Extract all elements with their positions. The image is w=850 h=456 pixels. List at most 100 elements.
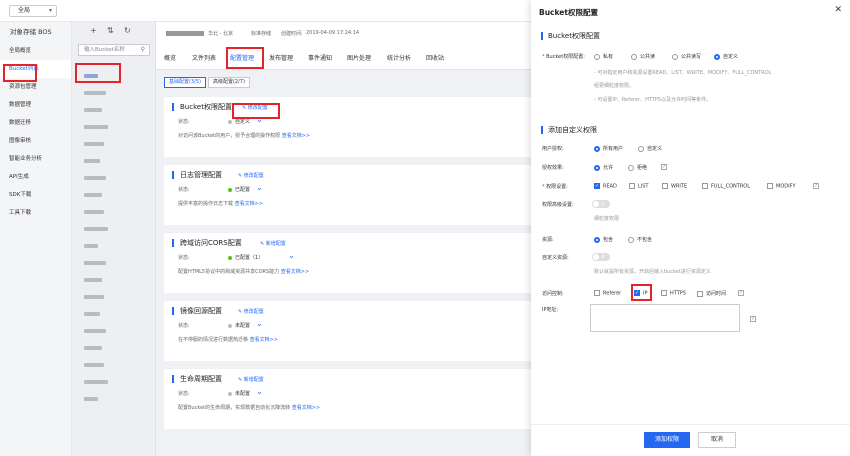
list-item[interactable] — [84, 244, 98, 248]
effect-option-deny[interactable]: 拒绝 — [628, 164, 647, 171]
perm-check-modify[interactable]: MODIFY — [767, 183, 796, 190]
tab-files[interactable]: 文件列表 — [192, 53, 216, 62]
radio[interactable] — [714, 53, 720, 60]
chevron-down-icon[interactable]: ⌄ — [256, 387, 263, 396]
list-item[interactable] — [84, 312, 100, 316]
resource-option-include[interactable]: 包含 — [594, 236, 613, 243]
radio[interactable] — [628, 164, 634, 171]
list-item[interactable] — [84, 91, 106, 95]
nav-overview[interactable]: 全局概览 — [0, 42, 71, 60]
add-icon[interactable]: + — [90, 26, 97, 35]
add-config-link[interactable]: ✎ 新增配置 — [260, 240, 286, 247]
list-item[interactable] — [84, 159, 100, 163]
list-item[interactable] — [84, 227, 108, 231]
doc-link[interactable]: 查看文档>> — [281, 269, 309, 275]
list-item[interactable] — [84, 108, 102, 112]
doc-link[interactable]: 查看文档>> — [292, 405, 320, 411]
checkbox[interactable] — [662, 183, 668, 189]
tab-events[interactable]: 事件通知 — [308, 53, 332, 62]
nav-tools[interactable]: 工具下载 — [0, 204, 71, 222]
help-icon[interactable]: ? — [750, 316, 756, 322]
perm-option-private[interactable]: 私有 — [594, 53, 613, 60]
ip-address-input[interactable] — [590, 304, 740, 332]
doc-link[interactable]: 查看文档>> — [235, 201, 263, 207]
list-item[interactable] — [84, 295, 104, 299]
checkbox[interactable]: ✓ — [594, 183, 600, 189]
chevron-down-icon[interactable]: ⌄ — [288, 251, 295, 260]
nav-api[interactable]: API生成 — [0, 168, 71, 186]
radio[interactable] — [594, 145, 600, 152]
perm-check-list[interactable]: LIST — [629, 183, 649, 190]
checkbox[interactable] — [594, 290, 600, 296]
resource-option-exclude[interactable]: 不包含 — [628, 236, 652, 243]
nav-sdk[interactable]: SDK下载 — [0, 186, 71, 204]
perm-option-public-read[interactable]: 公共读 — [631, 53, 655, 60]
custom-resource-toggle[interactable]: 关 — [592, 253, 610, 261]
edit-config-link[interactable]: ✎ 修改配置 — [238, 172, 264, 179]
perm-check-full[interactable]: FULL_CONTROL — [702, 183, 750, 190]
list-item[interactable] — [84, 346, 102, 350]
radio[interactable] — [594, 164, 600, 171]
list-item[interactable] — [84, 142, 104, 146]
perm-option-custom[interactable]: 自定义 — [714, 53, 738, 60]
chevron-down-icon[interactable]: ⌄ — [256, 319, 263, 328]
help-icon[interactable]: ? — [813, 183, 819, 189]
help-icon[interactable]: ? — [738, 290, 744, 296]
chevron-down-icon[interactable]: ⌄ — [256, 183, 263, 192]
checkbox[interactable] — [702, 183, 708, 189]
list-item[interactable] — [84, 176, 106, 180]
add-permission-button[interactable]: 添加权限 — [644, 432, 690, 448]
radio[interactable] — [672, 53, 678, 60]
nav-data-manage[interactable]: 数据管理 — [0, 96, 71, 114]
tab-recycle[interactable]: 回收站 — [426, 53, 444, 62]
subtab-basic[interactable]: 基础配置(3/5) — [164, 77, 206, 88]
tab-overview[interactable]: 概览 — [164, 53, 176, 62]
list-item[interactable] — [84, 193, 102, 197]
perm-check-read[interactable]: ✓ READ — [594, 183, 617, 190]
radio[interactable] — [638, 145, 644, 152]
effect-option-allow[interactable]: 允许 — [594, 164, 613, 171]
list-item[interactable] — [84, 210, 104, 214]
access-check-time[interactable]: 访问时间 — [697, 290, 726, 297]
list-item[interactable] — [84, 380, 108, 384]
tab-stats[interactable]: 统计分析 — [387, 53, 411, 62]
bucket-search-input[interactable]: 输入Bucket名称 ⚲ — [78, 44, 150, 56]
list-item[interactable] — [84, 397, 98, 401]
nav-image-audit[interactable]: 图像审核 — [0, 132, 71, 150]
checkbox[interactable] — [629, 183, 635, 189]
help-icon[interactable]: ? — [661, 164, 667, 170]
region-select[interactable]: 全局 ▾ — [9, 5, 57, 17]
doc-link[interactable]: 查看文档>> — [282, 133, 310, 139]
sort-icon[interactable]: ⇅ — [107, 26, 114, 35]
radio[interactable] — [628, 236, 634, 243]
user-option-all[interactable]: 所有用户 — [594, 145, 623, 152]
radio[interactable] — [631, 53, 637, 60]
radio[interactable] — [594, 236, 600, 243]
list-item[interactable] — [84, 261, 106, 265]
perm-option-public-rw[interactable]: 公共读写 — [672, 53, 701, 60]
advanced-toggle[interactable]: 关 — [592, 200, 610, 208]
add-config-link[interactable]: ✎ 新增配置 — [238, 376, 264, 383]
tab-image[interactable]: 图片处理 — [347, 53, 371, 62]
checkbox[interactable] — [661, 290, 667, 296]
edit-config-link[interactable]: ✎ 修改配置 — [238, 308, 264, 315]
close-icon[interactable]: ✕ — [834, 5, 842, 15]
access-check-https[interactable]: HTTPS — [661, 290, 686, 297]
refresh-icon[interactable]: ↻ — [124, 26, 131, 35]
tab-publish[interactable]: 发布管理 — [269, 53, 293, 62]
list-item[interactable] — [84, 329, 106, 333]
access-check-referer[interactable]: Referer — [594, 290, 621, 297]
radio[interactable] — [594, 53, 600, 60]
perm-check-write[interactable]: WRITE — [662, 183, 687, 190]
checkbox[interactable] — [697, 290, 703, 297]
cancel-button[interactable]: 取消 — [698, 432, 736, 448]
list-item[interactable] — [84, 363, 104, 367]
list-item[interactable] — [84, 278, 102, 282]
nav-analysis[interactable]: 智能业务分析 — [0, 150, 71, 168]
doc-link[interactable]: 查看文档>> — [250, 337, 278, 343]
nav-data-migration[interactable]: 数据迁移 — [0, 114, 71, 132]
user-option-custom[interactable]: 自定义 — [638, 145, 662, 152]
subtab-advanced[interactable]: 高级配置(2/7) — [207, 77, 250, 88]
list-item[interactable] — [84, 125, 108, 129]
checkbox[interactable] — [767, 183, 773, 189]
